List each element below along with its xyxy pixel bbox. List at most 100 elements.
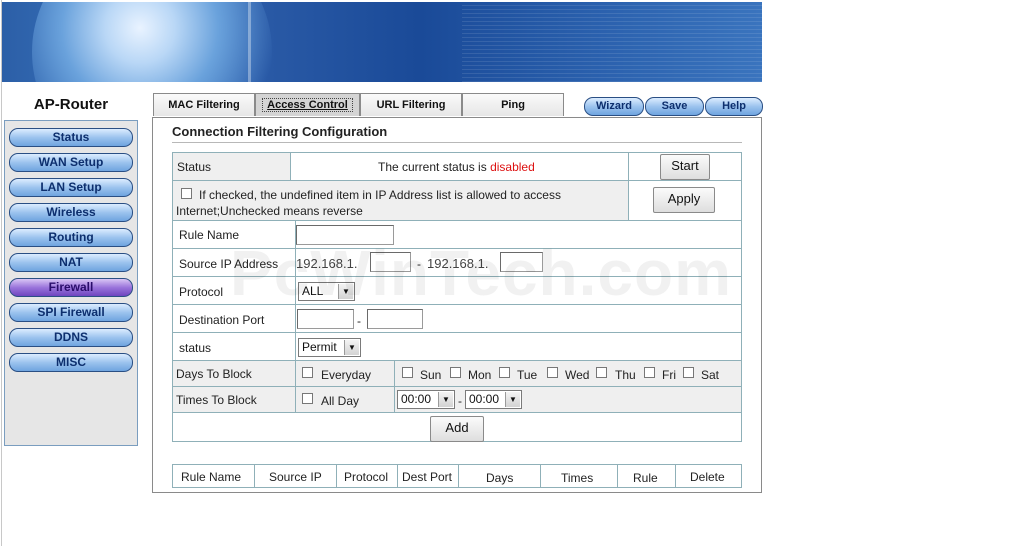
protocol-label-cell: Protocol xyxy=(172,276,296,305)
sidebar: Status WAN Setup LAN Setup Wireless Rout… xyxy=(4,120,138,446)
col-rule-name-label: Rule Name xyxy=(181,470,242,484)
wizard-button[interactable]: Wizard xyxy=(584,97,644,116)
col-source-ip: Source IP xyxy=(254,464,337,488)
time-separator: - xyxy=(458,394,462,408)
tab-mac-filtering[interactable]: MAC Filtering xyxy=(153,93,255,116)
chevron-down-icon: ▼ xyxy=(344,340,359,355)
protocol-label: Protocol xyxy=(179,285,224,299)
rule-name-value-cell xyxy=(295,220,742,249)
everyday-cell: Everyday xyxy=(295,360,395,387)
title-divider xyxy=(172,142,742,143)
col-rule-name: Rule Name xyxy=(172,464,255,488)
everyday-label: Everyday xyxy=(321,368,372,382)
nav-lan-setup[interactable]: LAN Setup xyxy=(9,178,133,197)
apply-cell: Apply xyxy=(628,180,742,221)
rule-status-value-cell: Permit ▼ xyxy=(295,332,742,361)
time-start-selected: 00:00 xyxy=(401,392,432,406)
source-ip-prefix-end: 192.168.1. xyxy=(427,256,489,271)
tab-url-filtering[interactable]: URL Filtering xyxy=(360,93,462,116)
day-sat-checkbox[interactable] xyxy=(683,367,694,378)
tab-access-control[interactable]: Access Control xyxy=(255,93,360,116)
everyday-checkbox[interactable] xyxy=(302,367,313,378)
day-wed-checkbox[interactable] xyxy=(547,367,558,378)
tab-ping[interactable]: Ping xyxy=(462,93,564,116)
nav-misc[interactable]: MISC xyxy=(9,353,133,372)
col-source-ip-label: Source IP xyxy=(269,470,322,484)
chevron-down-icon: ▼ xyxy=(505,392,520,407)
add-row: Add xyxy=(172,412,742,442)
rule-name-input[interactable] xyxy=(296,225,394,245)
col-dest-port: Dest Port xyxy=(397,464,459,488)
day-tue-label: Tue xyxy=(517,368,538,382)
times-label: Times To Block xyxy=(176,393,257,407)
day-sun-checkbox[interactable] xyxy=(402,367,413,378)
col-times: Times xyxy=(540,464,618,488)
filter-config-panel: Connection Filtering Configuration Statu… xyxy=(152,117,762,493)
days-label: Days To Block xyxy=(176,367,252,381)
chevron-down-icon: ▼ xyxy=(438,392,453,407)
source-ip-value-cell: 192.168.1. - 192.168.1. xyxy=(295,248,742,277)
col-rule-label: Rule xyxy=(633,471,658,485)
allday-checkbox[interactable] xyxy=(302,393,313,404)
help-button[interactable]: Help xyxy=(705,97,763,116)
nav-wan-setup[interactable]: WAN Setup xyxy=(9,153,133,172)
dest-port-start-input[interactable] xyxy=(297,309,354,329)
time-end-select[interactable]: 00:00 ▼ xyxy=(465,390,522,409)
col-protocol-label: Protocol xyxy=(344,470,389,484)
nav-spi-firewall[interactable]: SPI Firewall xyxy=(9,303,133,322)
brand-title: AP-Router xyxy=(33,96,109,113)
protocol-select[interactable]: ALL ▼ xyxy=(298,282,355,301)
rule-name-label: Rule Name xyxy=(179,228,240,242)
days-label-cell: Days To Block xyxy=(172,360,296,387)
col-days-label: Days xyxy=(486,471,514,485)
day-tue-checkbox[interactable] xyxy=(499,367,510,378)
globe-graphic xyxy=(32,2,272,82)
day-fri-label: Fri xyxy=(662,368,676,382)
source-ip-label: Source IP Address xyxy=(179,257,279,271)
banner-divider xyxy=(248,2,251,82)
protocol-value-cell: ALL ▼ xyxy=(295,276,742,305)
allday-label: All Day xyxy=(321,394,360,408)
status-text: The current status is disabled xyxy=(378,160,535,174)
nav-wireless[interactable]: Wireless xyxy=(9,203,133,222)
start-button[interactable]: Start xyxy=(660,154,710,180)
status-value: disabled xyxy=(490,160,535,174)
nav-routing[interactable]: Routing xyxy=(9,228,133,247)
nav-nat[interactable]: NAT xyxy=(9,253,133,272)
banner-pattern xyxy=(462,2,762,82)
nav-status[interactable]: Status xyxy=(9,128,133,147)
save-button[interactable]: Save xyxy=(645,97,704,116)
day-mon-label: Mon xyxy=(468,368,492,382)
source-ip-start-input[interactable] xyxy=(370,252,411,272)
rule-status-select[interactable]: Permit ▼ xyxy=(298,338,361,357)
day-mon-checkbox[interactable] xyxy=(450,367,461,378)
panel-title: Connection Filtering Configuration xyxy=(172,124,388,139)
days-cell: Sun Mon Tue Wed Thu Fri Sat xyxy=(394,360,742,387)
day-fri-checkbox[interactable] xyxy=(644,367,655,378)
source-ip-end-input[interactable] xyxy=(500,252,543,272)
nav-ddns[interactable]: DDNS xyxy=(9,328,133,347)
status-text-cell: The current status is disabled xyxy=(290,152,629,181)
allow-undefined-cell: If checked, the undefined item in IP Add… xyxy=(172,180,629,221)
protocol-selected: ALL xyxy=(302,284,324,298)
tab-access-control-label: Access Control xyxy=(262,98,353,112)
time-start-select[interactable]: 00:00 ▼ xyxy=(397,390,455,409)
col-delete: Delete xyxy=(675,464,742,488)
apply-button[interactable]: Apply xyxy=(653,187,715,213)
col-delete-label: Delete xyxy=(690,470,725,484)
add-button[interactable]: Add xyxy=(430,416,484,442)
rule-status-label-cell: status xyxy=(172,332,296,361)
col-days: Days xyxy=(458,464,541,488)
dest-port-separator: - xyxy=(357,314,361,328)
rule-status-label: status xyxy=(179,341,212,355)
col-dest-port-label: Dest Port xyxy=(402,470,453,484)
status-label-cell: Status xyxy=(172,152,291,181)
time-end-selected: 00:00 xyxy=(469,392,500,406)
col-times-label: Times xyxy=(561,471,594,485)
day-thu-checkbox[interactable] xyxy=(596,367,607,378)
col-rule: Rule xyxy=(617,464,676,488)
source-ip-label-cell: Source IP Address xyxy=(172,248,296,277)
rule-status-selected: Permit xyxy=(302,340,337,354)
nav-firewall[interactable]: Firewall xyxy=(9,278,133,297)
dest-port-end-input[interactable] xyxy=(367,309,423,329)
